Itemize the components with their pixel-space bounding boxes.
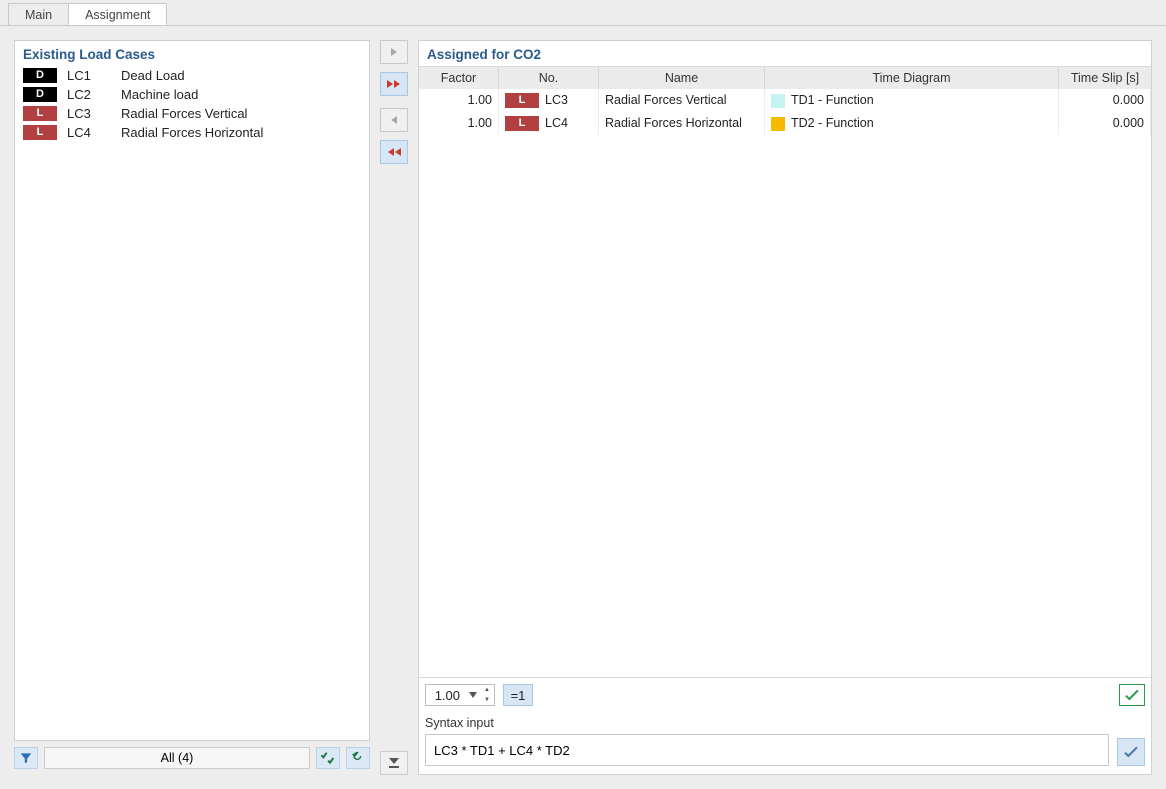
factor-step-down[interactable]: ▼ [480,695,494,705]
factor-step-up[interactable]: ▲ [480,685,494,695]
move-to-bottom-button[interactable] [380,751,408,775]
col-header-no[interactable]: No. [499,67,599,89]
remove-all-button[interactable] [380,140,408,164]
load-type-tag: L [23,125,57,140]
tab-bar: Main Assignment [0,0,1166,26]
col-header-factor[interactable]: Factor [419,67,499,89]
load-case-code: LC4 [67,125,111,140]
load-type-tag: L [505,116,539,131]
validate-button[interactable] [1119,684,1145,706]
cell-no: LLC4 [499,112,599,135]
panel-assigned: Assigned for CO2 Factor No. Name Time Di… [418,40,1152,775]
double-triangle-left-icon [386,147,402,157]
load-case-row[interactable]: D LC2 Machine load [19,85,365,104]
filter-button[interactable] [14,747,38,769]
assign-single-button[interactable] [380,40,408,64]
checklist-icon [320,751,336,765]
cell-time-diagram: TD2 - Function [765,112,1059,135]
load-case-name: Machine load [121,87,361,102]
load-type-tag: D [23,68,57,83]
cell-time-diagram: TD1 - Function [765,89,1059,112]
check-icon [1123,745,1139,759]
triangle-left-icon [389,115,399,125]
panel-header-assigned: Assigned for CO2 [419,41,1151,66]
cell-time-slip: 0.000 [1059,89,1151,112]
chevron-down-icon [469,692,477,698]
time-diagram-swatch [771,94,785,108]
refresh-icon [350,751,366,765]
cell-name: Radial Forces Vertical [599,89,765,112]
load-case-row[interactable]: L LC4 Radial Forces Horizontal [19,123,365,142]
triangle-down-bar-icon [387,757,401,769]
factor-input[interactable]: 1.00 ▲ ▼ [425,684,495,706]
cell-name: Radial Forces Horizontal [599,112,765,135]
load-case-code: LC2 [67,87,111,102]
load-case-name: Radial Forces Vertical [121,106,361,121]
cell-factor: 1.00 [419,112,499,135]
assign-all-button[interactable] [380,72,408,96]
cell-time-slip: 0.000 [1059,112,1151,135]
factor-value: 1.00 [426,688,466,703]
load-case-name: Radial Forces Horizontal [121,125,361,140]
load-case-code: LC3 [67,106,111,121]
col-header-time-slip[interactable]: Time Slip [s] [1059,67,1151,89]
table-row[interactable]: 1.00LLC3Radial Forces VerticalTD1 - Func… [419,89,1151,112]
tab-assignment[interactable]: Assignment [68,3,167,25]
load-case-name: Dead Load [121,68,361,83]
refresh-selection-button[interactable] [346,747,370,769]
load-case-row[interactable]: L LC3 Radial Forces Vertical [19,104,365,123]
assigned-grid: Factor No. Name Time Diagram Time Slip [… [419,66,1151,678]
load-type-tag: D [23,87,57,102]
triangle-right-icon [389,47,399,57]
remove-single-button[interactable] [380,108,408,132]
load-type-tag: L [505,93,539,108]
time-diagram-swatch [771,117,785,131]
cell-no: LLC3 [499,89,599,112]
col-header-name[interactable]: Name [599,67,765,89]
load-case-row[interactable]: D LC1 Dead Load [19,66,365,85]
table-row[interactable]: 1.00LLC4Radial Forces HorizontalTD2 - Fu… [419,112,1151,135]
factor-dropdown-icon[interactable] [466,685,480,705]
transfer-buttons [378,40,410,775]
apply-syntax-button[interactable] [1117,738,1145,766]
load-type-tag: L [23,106,57,121]
syntax-label: Syntax input [425,712,1145,734]
cell-factor: 1.00 [419,89,499,112]
load-case-code: LC1 [67,68,111,83]
col-header-time-diagram[interactable]: Time Diagram [765,67,1059,89]
select-all-button[interactable] [316,747,340,769]
panel-existing-load-cases: Existing Load Cases D LC1 Dead Load D LC2 Mac… [14,40,370,741]
set-factor-one-button[interactable]: =1 [503,684,533,706]
panel-header-existing: Existing Load Cases [15,41,369,66]
tab-main[interactable]: Main [8,3,69,25]
filter-select[interactable]: All (4) [44,747,310,769]
double-triangle-right-icon [386,79,402,89]
funnel-icon [19,751,33,765]
syntax-input[interactable] [425,734,1109,766]
check-icon [1124,688,1140,702]
